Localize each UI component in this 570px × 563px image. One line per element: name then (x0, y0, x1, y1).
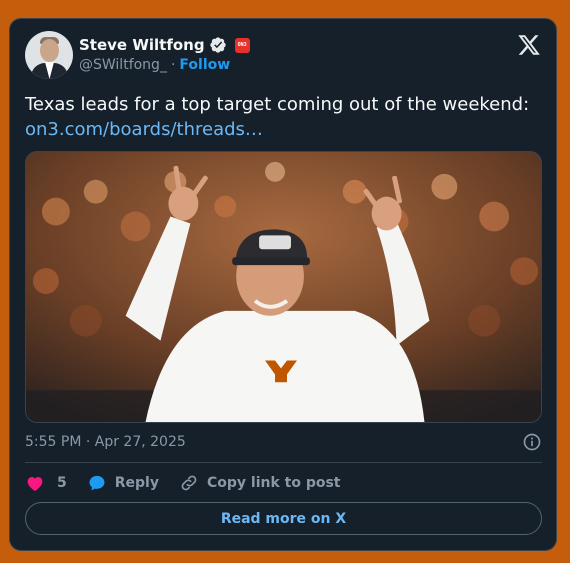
divider (25, 462, 542, 463)
tweet-body: Texas leads for a top target coming out … (25, 94, 530, 115)
avatar[interactable] (25, 31, 73, 79)
x-logo-icon[interactable] (516, 33, 542, 57)
reply-bubble-icon (89, 475, 105, 491)
separator-dot: · (170, 57, 176, 73)
author-name[interactable]: Steve Wiltfong (79, 36, 205, 54)
like-button[interactable]: 5 (25, 473, 67, 493)
reply-label: Reply (114, 475, 159, 491)
meta-row: 5:55 PM · Apr 27, 2025 (25, 432, 542, 452)
author-handle[interactable]: @SWiltfong_ (79, 57, 167, 73)
org-badge: ON3 (234, 37, 250, 53)
verified-badge-icon (209, 37, 226, 53)
info-icon[interactable] (522, 432, 542, 452)
heart-icon (27, 477, 43, 491)
copy-link-label: Copy link to post (206, 475, 341, 491)
link-icon (181, 475, 197, 491)
follow-button[interactable]: Follow (179, 57, 230, 73)
tweet-text: Texas leads for a top target coming out … (25, 92, 543, 142)
read-more-button[interactable]: Read more on X (25, 502, 542, 535)
author-name-row: Steve Wiltfong ON3 (79, 36, 250, 54)
tweet-link[interactable]: on3.com/boards/threads… (25, 119, 263, 140)
tweet-card: Steve Wiltfong ON3 @SWiltfong_ · Follow … (9, 18, 557, 551)
reply-button[interactable]: Reply (87, 473, 159, 493)
copy-link-button[interactable]: Copy link to post (179, 473, 341, 493)
author-handle-row: @SWiltfong_ · Follow (79, 57, 230, 73)
photo-illustration (26, 152, 541, 422)
timestamp[interactable]: 5:55 PM · Apr 27, 2025 (25, 434, 186, 450)
like-count: 5 (57, 475, 67, 491)
tweet-media-photo[interactable] (25, 151, 542, 423)
avatar-face (40, 39, 59, 62)
action-bar: 5 Reply Copy link to post (25, 473, 361, 493)
